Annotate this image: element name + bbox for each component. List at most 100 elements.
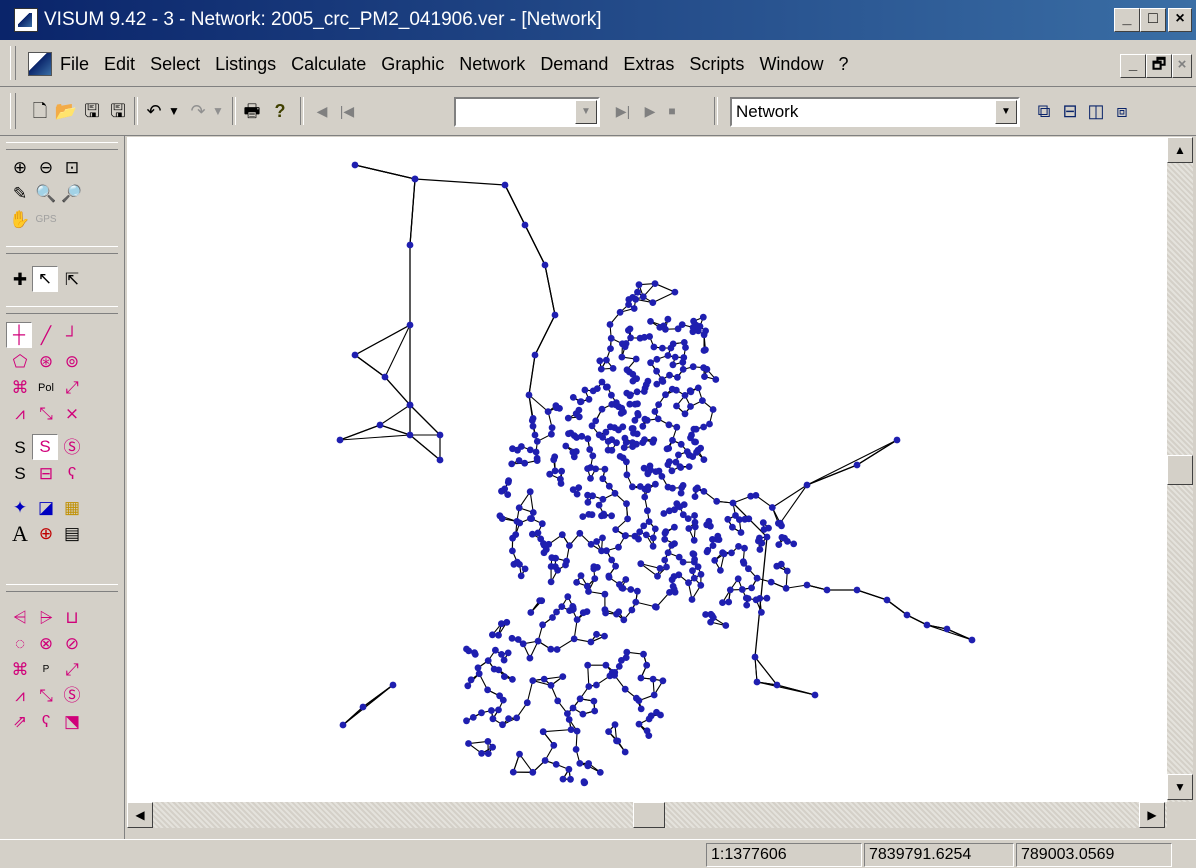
- network-node[interactable]: [714, 533, 721, 540]
- network-node[interactable]: [748, 585, 755, 592]
- network-node[interactable]: [691, 512, 698, 519]
- palette-header[interactable]: [6, 246, 118, 254]
- network-node[interactable]: [489, 744, 496, 751]
- network-node[interactable]: [616, 581, 623, 588]
- network-node[interactable]: [498, 651, 505, 658]
- network-node[interactable]: [678, 441, 685, 448]
- redo-dropdown-icon[interactable]: ▼: [210, 99, 226, 123]
- network-node[interactable]: [566, 766, 573, 773]
- network-node[interactable]: [505, 650, 512, 657]
- network-link[interactable]: [807, 440, 897, 485]
- network-node[interactable]: [529, 417, 536, 424]
- menu-calculate[interactable]: Calculate: [291, 54, 366, 74]
- network-node[interactable]: [657, 565, 664, 572]
- network-node[interactable]: [624, 366, 631, 373]
- close-button[interactable]: ×: [1168, 8, 1192, 32]
- network-node[interactable]: [566, 542, 573, 549]
- network-node[interactable]: [611, 672, 618, 679]
- network-node[interactable]: [534, 438, 541, 445]
- network-node[interactable]: [634, 400, 641, 407]
- network-node[interactable]: [608, 392, 615, 399]
- network-node[interactable]: [548, 431, 555, 438]
- mdi-close-button[interactable]: ×: [1172, 54, 1192, 78]
- navigation-combo[interactable]: ▼: [454, 97, 600, 127]
- network-node[interactable]: [465, 740, 472, 747]
- network-node[interactable]: [673, 424, 680, 431]
- network-node[interactable]: [532, 352, 539, 359]
- filter-poi-icon[interactable]: P: [34, 658, 58, 682]
- network-node[interactable]: [728, 550, 735, 557]
- network-node[interactable]: [627, 391, 634, 398]
- network-node[interactable]: [674, 374, 681, 381]
- network-node[interactable]: [601, 633, 608, 640]
- network-node[interactable]: [610, 365, 617, 372]
- network-node[interactable]: [724, 516, 731, 523]
- network-node[interactable]: [554, 698, 561, 705]
- network-node[interactable]: [553, 402, 560, 409]
- network-node[interactable]: [527, 447, 534, 454]
- network-node[interactable]: [641, 388, 648, 395]
- network-node[interactable]: [609, 447, 616, 454]
- network-node[interactable]: [584, 465, 591, 472]
- network-node[interactable]: [664, 446, 671, 453]
- network-node[interactable]: [569, 607, 576, 614]
- network-node[interactable]: [659, 376, 666, 383]
- network-node[interactable]: [651, 692, 658, 699]
- network-node[interactable]: [663, 564, 670, 571]
- main-zone-tool-icon[interactable]: ⊛: [34, 350, 58, 374]
- network-node[interactable]: [598, 548, 605, 555]
- network-node[interactable]: [634, 431, 641, 438]
- network-node[interactable]: [661, 536, 668, 543]
- network-node[interactable]: [665, 549, 672, 556]
- network-node[interactable]: [516, 457, 523, 464]
- network-node[interactable]: [675, 325, 682, 332]
- network-node[interactable]: [558, 480, 565, 487]
- network-node[interactable]: [516, 751, 523, 758]
- menu-demand[interactable]: Demand: [540, 54, 608, 74]
- network-node[interactable]: [499, 515, 506, 522]
- network-node[interactable]: [634, 388, 641, 395]
- network-node[interactable]: [516, 504, 523, 511]
- line-route-tool-icon[interactable]: ⊟: [34, 462, 58, 486]
- network-node[interactable]: [741, 545, 748, 552]
- network-node[interactable]: [765, 525, 772, 532]
- network-node[interactable]: [518, 573, 525, 580]
- network-node[interactable]: [707, 523, 714, 530]
- network-node[interactable]: [547, 646, 554, 653]
- toolbar-grip[interactable]: [10, 93, 16, 129]
- undo-icon[interactable]: ↶: [142, 99, 166, 123]
- network-node[interactable]: [754, 575, 761, 582]
- network-node[interactable]: [779, 534, 786, 541]
- network-node[interactable]: [672, 289, 679, 296]
- network-node[interactable]: [722, 622, 729, 629]
- network-node[interactable]: [495, 632, 502, 639]
- network-node[interactable]: [619, 354, 626, 361]
- network-node[interactable]: [695, 385, 702, 392]
- network-node[interactable]: [470, 714, 477, 721]
- network-node[interactable]: [602, 466, 609, 473]
- network-node[interactable]: [671, 524, 678, 531]
- network-node[interactable]: [690, 363, 697, 370]
- network-node[interactable]: [640, 523, 647, 530]
- network-node[interactable]: [606, 574, 613, 581]
- network-node[interactable]: [564, 593, 571, 600]
- network-node[interactable]: [584, 583, 591, 590]
- network-node[interactable]: [501, 673, 508, 680]
- help-icon[interactable]: ?: [268, 99, 292, 123]
- network-node[interactable]: [632, 296, 639, 303]
- menu-select[interactable]: Select: [150, 54, 200, 74]
- network-node[interactable]: [584, 662, 591, 669]
- network-node[interactable]: [671, 573, 678, 580]
- network-node[interactable]: [682, 410, 689, 417]
- network-node[interactable]: [580, 609, 587, 616]
- network-node[interactable]: [593, 631, 600, 638]
- network-node[interactable]: [567, 776, 574, 783]
- network-node[interactable]: [513, 715, 520, 722]
- network-node[interactable]: [612, 721, 619, 728]
- network-node[interactable]: [659, 345, 666, 352]
- tile-vertical-icon[interactable]: ◫: [1084, 99, 1108, 123]
- network-node[interactable]: [612, 526, 619, 533]
- network-node[interactable]: [653, 468, 660, 475]
- network-graph[interactable]: [127, 137, 1167, 802]
- network-node[interactable]: [650, 676, 657, 683]
